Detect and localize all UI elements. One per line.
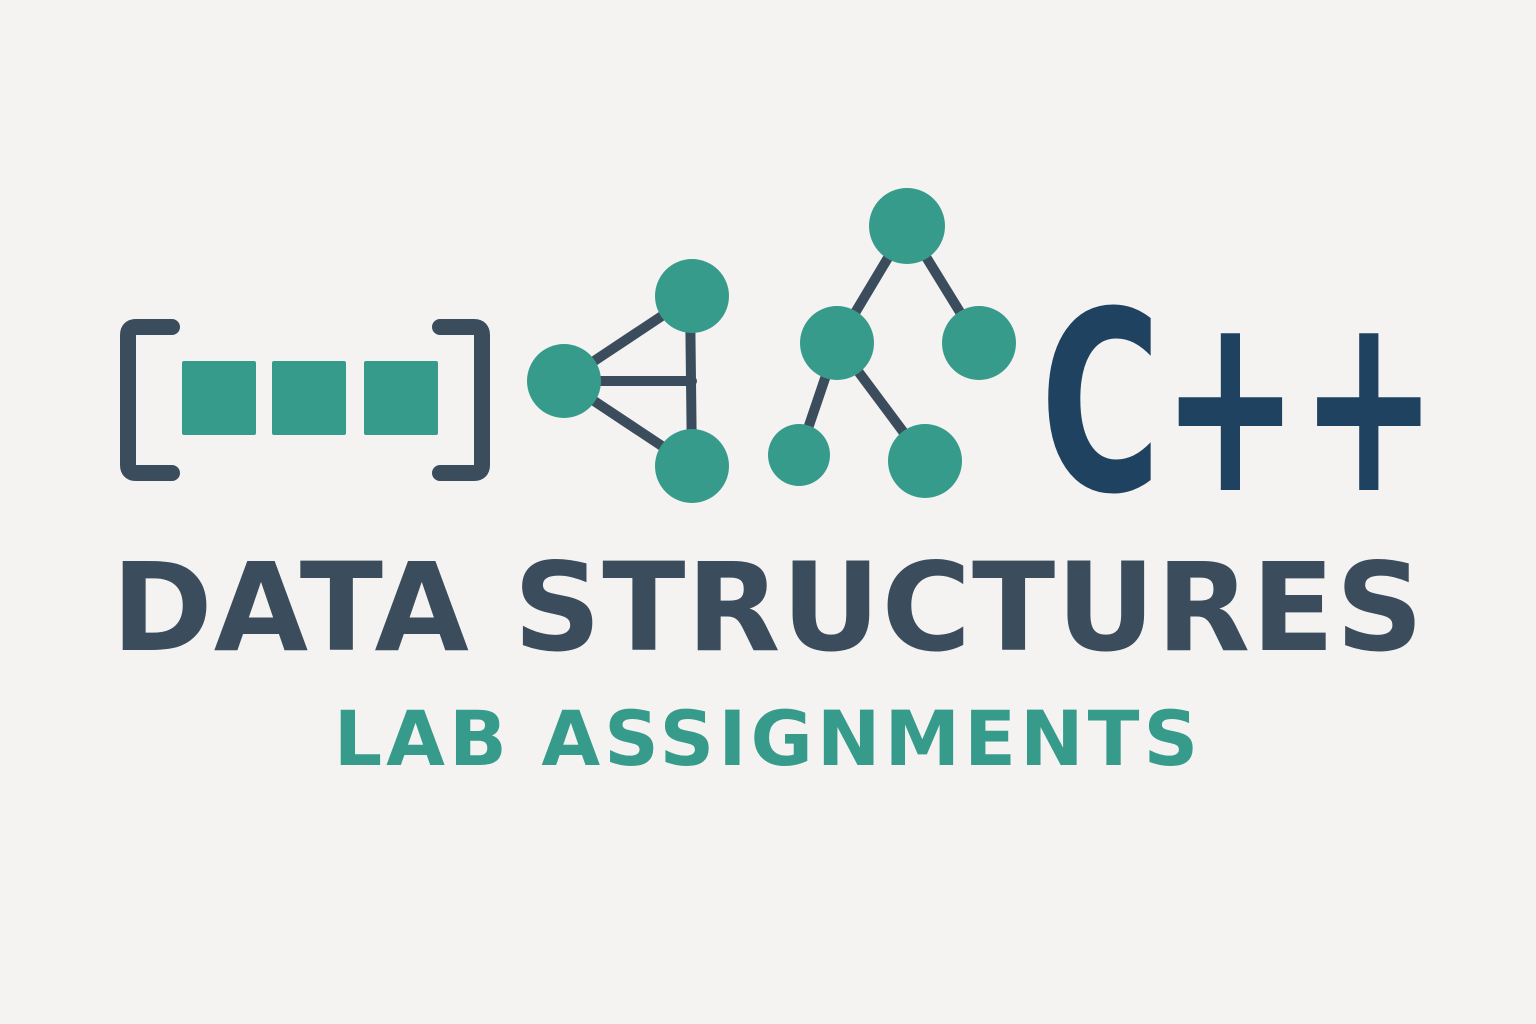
tree-node [888,424,962,498]
left-bracket [120,319,180,481]
tree-node [942,306,1016,380]
tree-node [768,424,830,486]
tree-icon [768,188,1016,498]
array-cell [272,361,346,435]
illustration: C++ [0,0,1536,1024]
graph-node [655,259,729,333]
cpp-logo: C++ [1040,258,1438,549]
right-bracket [432,319,490,481]
tree-node [800,306,874,380]
page-title: DATA STRUCTURES [111,537,1425,679]
array-icon [120,319,490,481]
graph-icon [527,259,729,503]
array-cell [364,361,438,435]
array-cell [182,361,256,435]
page-subtitle: LAB ASSIGNMENTS [333,694,1203,783]
tree-node [869,188,945,264]
graph-node [655,429,729,503]
graph-node [527,344,601,418]
